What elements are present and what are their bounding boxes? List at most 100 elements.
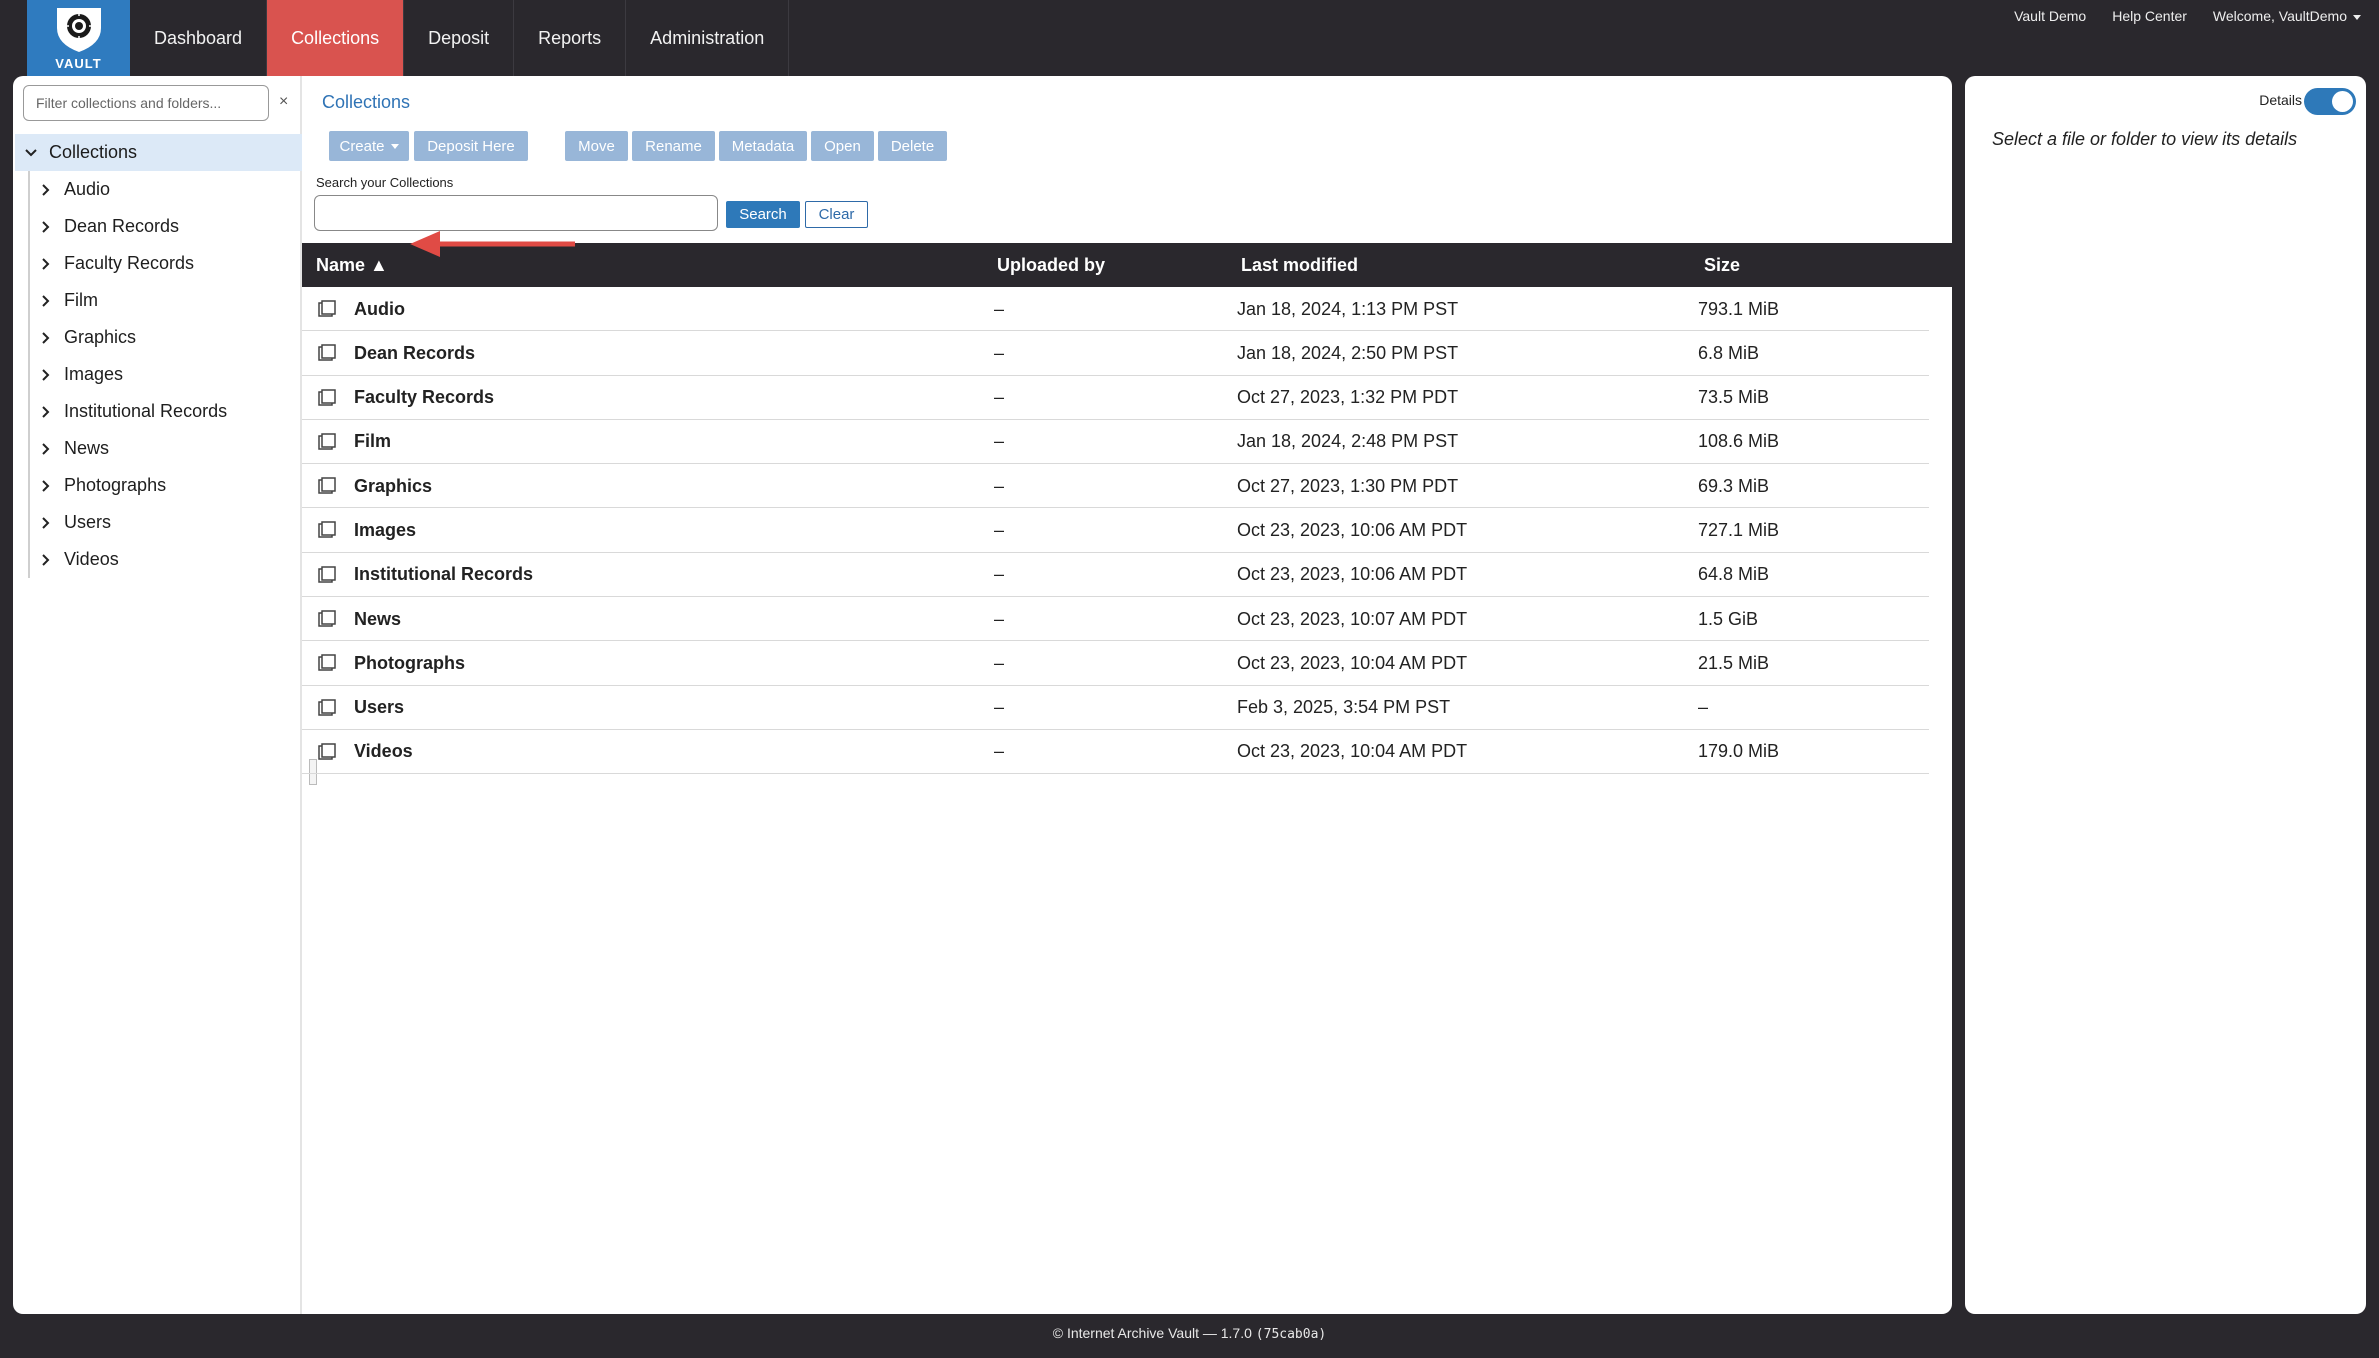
tree-item-faculty-records[interactable]: Faculty Records (30, 245, 300, 282)
modified-cell: Oct 23, 2023, 10:07 AM PDT (1237, 608, 1468, 629)
table-row[interactable]: Images – Oct 23, 2023, 10:06 AM PDT 727.… (302, 508, 1929, 553)
tree-item-institutional-records[interactable]: Institutional Records (30, 393, 300, 430)
name-cell: News (318, 597, 401, 641)
folder-icon (318, 698, 336, 716)
size-cell: 1.5 GiB (1698, 608, 1759, 629)
chevron-down-icon (2353, 14, 2361, 20)
name-cell: Film (318, 420, 391, 464)
move-button[interactable]: Move (565, 131, 628, 161)
table-row[interactable]: Film – Jan 18, 2024, 2:48 PM PST 108.6 M… (302, 420, 1929, 465)
uploaded-by-cell: – (994, 741, 1005, 762)
folder-icon (318, 610, 336, 627)
folder-icon (318, 654, 336, 672)
table-row[interactable]: Dean Records – Jan 18, 2024, 2:50 PM PST… (302, 331, 1929, 376)
uploaded-by-cell: – (994, 475, 1005, 496)
folder-icon (318, 300, 336, 317)
details-toggle-label: Details (2259, 92, 2302, 108)
details-toggle[interactable] (2304, 88, 2356, 115)
table-row[interactable]: Faculty Records – Oct 27, 2023, 1:32 PM … (302, 376, 1929, 420)
tree-item-graphics[interactable]: Graphics (30, 319, 300, 356)
tree-item-images[interactable]: Images (30, 356, 300, 393)
size-cell: 73.5 MiB (1698, 387, 1770, 408)
row-name: Faculty Records (354, 387, 495, 408)
folder-icon (318, 344, 336, 362)
search-input[interactable] (314, 195, 718, 231)
search-label: Search your Collections (316, 175, 454, 190)
name-cell: Photographs (318, 641, 465, 685)
vault-logo[interactable]: VAULT (27, 0, 130, 76)
footer-build: (75cab0a) (1255, 1327, 1327, 1342)
nav-administration[interactable]: Administration (626, 0, 790, 76)
row-name: Images (354, 519, 417, 540)
nav-dashboard[interactable]: Dashboard (130, 0, 268, 76)
chevron-right-icon (42, 183, 50, 196)
nav-collections[interactable]: Collections (267, 0, 405, 76)
size-cell: 179.0 MiB (1698, 741, 1780, 762)
org-link[interactable]: Vault Demo (2014, 8, 2086, 24)
table-row[interactable]: Graphics – Oct 27, 2023, 1:30 PM PDT 69.… (302, 464, 1929, 509)
tree-item-photographs[interactable]: Photographs (30, 467, 300, 504)
clear-button[interactable]: Clear (805, 201, 868, 228)
tree-item-film[interactable]: Film (30, 282, 300, 319)
open-button[interactable]: Open (811, 131, 874, 161)
tree-list: Audio Dean Records Faculty Records Film … (28, 171, 300, 578)
row-name: Institutional Records (354, 564, 534, 585)
nav-deposit[interactable]: Deposit (404, 0, 515, 76)
column-header-size[interactable]: Size (1704, 243, 1740, 287)
size-cell: 6.8 MiB (1698, 342, 1760, 363)
table-row[interactable]: Photographs – Oct 23, 2023, 10:04 AM PDT… (302, 641, 1929, 686)
filter-input[interactable] (23, 85, 269, 121)
name-cell: Audio (318, 287, 405, 331)
chevron-down-icon (390, 143, 399, 149)
name-cell: Faculty Records (318, 376, 494, 420)
row-name: Audio (354, 298, 405, 319)
rename-button[interactable]: Rename (632, 131, 715, 161)
modified-cell: Oct 23, 2023, 10:06 AM PDT (1237, 519, 1468, 540)
tree-item-videos[interactable]: Videos (30, 541, 300, 578)
table-row[interactable]: Videos – Oct 23, 2023, 10:04 AM PDT 179.… (302, 730, 1929, 775)
row-name: Users (354, 697, 405, 718)
size-cell: 21.5 MiB (1698, 652, 1770, 673)
name-cell: Institutional Records (318, 553, 533, 597)
tree-item-news[interactable]: News (30, 430, 300, 467)
delete-button[interactable]: Delete (878, 131, 947, 161)
user-menu[interactable]: Welcome, VaultDemo (2213, 8, 2361, 24)
folder-icon (318, 521, 336, 539)
uploaded-by-cell: – (994, 342, 1005, 363)
column-header-uploaded-by[interactable]: Uploaded by (997, 243, 1105, 287)
annotation-arrow-icon (410, 231, 575, 257)
modified-cell: Oct 23, 2023, 10:04 AM PDT (1237, 741, 1468, 762)
deposit-here-button[interactable]: Deposit Here (414, 131, 528, 161)
top-links: Vault Demo Help Center Welcome, VaultDem… (2014, 8, 2361, 24)
clear-filter-icon[interactable]: × (279, 93, 288, 111)
modified-cell: Feb 3, 2025, 3:54 PM PST (1237, 697, 1451, 718)
chevron-down-icon (25, 148, 37, 156)
table-row[interactable]: Institutional Records – Oct 23, 2023, 10… (302, 553, 1929, 598)
nav-reports[interactable]: Reports (514, 0, 627, 76)
table-row[interactable]: Audio – Jan 18, 2024, 1:13 PM PST 793.1 … (302, 287, 1929, 332)
search-button[interactable]: Search (726, 201, 800, 228)
chevron-right-icon (42, 368, 50, 381)
table-row[interactable]: Users – Feb 3, 2025, 3:54 PM PST – (302, 686, 1929, 730)
help-center-link[interactable]: Help Center (2112, 8, 2187, 24)
tree-item-audio[interactable]: Audio (30, 171, 300, 208)
tree-item-label: Faculty Records (64, 253, 195, 273)
row-name: Dean Records (354, 342, 476, 363)
tree-item-label: Images (64, 364, 124, 384)
tree-item-dean-records[interactable]: Dean Records (30, 208, 300, 245)
create-button[interactable]: Create (329, 131, 409, 161)
breadcrumb[interactable]: Collections (322, 92, 410, 113)
table-row[interactable]: News – Oct 23, 2023, 10:07 AM PDT 1.5 Gi… (302, 597, 1929, 642)
metadata-button[interactable]: Metadata (719, 131, 807, 161)
tree-item-label: Film (64, 290, 98, 310)
top-navbar: VAULT Dashboard Collections Deposit Repo… (0, 0, 2379, 76)
size-cell: 69.3 MiB (1698, 475, 1770, 496)
tree-root-collections[interactable]: Collections (15, 134, 302, 171)
column-header-last-modified[interactable]: Last modified (1241, 243, 1358, 287)
column-header-name[interactable]: Name ▲ (316, 243, 388, 287)
uploaded-by-cell: – (994, 697, 1005, 718)
tree-item-label: Graphics (64, 327, 137, 347)
tree-item-users[interactable]: Users (30, 504, 300, 541)
tree-item-label: Institutional Records (64, 401, 228, 421)
tree-root-label: Collections (49, 142, 138, 162)
